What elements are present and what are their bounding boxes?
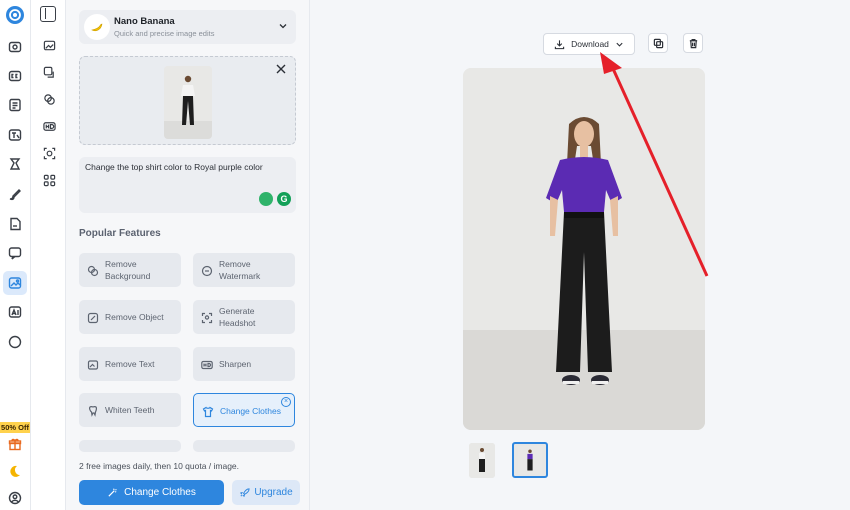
feature-label: Whiten Teeth	[105, 405, 155, 415]
magic-wand-icon	[108, 488, 117, 497]
feature-label: Generate	[219, 306, 255, 316]
ai-tools-icon[interactable]	[7, 156, 23, 172]
document-icon[interactable]	[7, 97, 23, 113]
model-selector[interactable]: Nano Banana Quick and precise image edit…	[79, 10, 296, 44]
feature-sharpen[interactable]: Sharpen	[193, 347, 295, 381]
headshot-icon	[201, 311, 213, 324]
user-avatar-icon[interactable]	[7, 490, 23, 506]
feature-generate-headshot[interactable]: Generate Headshot	[193, 300, 295, 334]
feature-remove-object[interactable]: Remove Object	[79, 300, 181, 334]
feature-label: Remove Object	[105, 312, 164, 322]
feature-label: Remove	[105, 259, 137, 269]
feature-label-line2: Headshot	[219, 318, 256, 328]
feature-label-line2: Watermark	[219, 271, 261, 281]
remove-object-icon	[87, 311, 99, 324]
download-label: Download	[571, 39, 609, 49]
model-subtitle: Quick and precise image edits	[114, 29, 215, 38]
photo-enhance-icon[interactable]	[41, 64, 57, 80]
history-thumbnail-selected[interactable]	[512, 442, 548, 478]
feature-partial-item[interactable]	[193, 440, 295, 452]
model-title: Nano Banana	[114, 16, 175, 27]
tool-rail	[31, 0, 66, 510]
image-edit-icon[interactable]	[7, 275, 23, 291]
chevron-down-icon	[616, 42, 623, 47]
main-canvas: Download	[311, 0, 850, 510]
feature-label-line2: Background	[105, 271, 151, 281]
upgrade-label: Upgrade	[254, 487, 293, 498]
side-panel: Nano Banana Quick and precise image edit…	[66, 0, 310, 510]
result-image[interactable]	[463, 68, 705, 430]
change-clothes-button[interactable]: Change Clothes	[79, 480, 224, 505]
delete-button[interactable]	[683, 33, 703, 53]
chat-icon[interactable]	[7, 245, 23, 261]
feature-remove-text[interactable]: Remove Text	[79, 347, 181, 381]
panel-toggle-icon[interactable]	[40, 6, 56, 22]
pdf-icon[interactable]	[7, 216, 23, 232]
hd-icon	[201, 358, 213, 370]
shirt-icon	[202, 405, 214, 418]
chevron-down-icon[interactable]	[278, 21, 288, 31]
popular-features-title: Popular Features	[79, 228, 161, 239]
history-thumbnail[interactable]	[469, 443, 495, 478]
remove-watermark-icon	[201, 264, 213, 277]
circle-more-icon[interactable]	[7, 334, 23, 350]
upgrade-button[interactable]: Upgrade	[232, 480, 300, 505]
remove-text-icon	[87, 358, 99, 370]
promo-badge[interactable]: 50% Off	[0, 422, 30, 433]
layers-icon[interactable]	[41, 91, 57, 107]
quota-info: 2 free images daily, then 10 quota / ima…	[79, 461, 240, 471]
ai-icon[interactable]	[7, 304, 23, 320]
download-icon	[554, 39, 565, 49]
feature-remove-background[interactable]: Remove Background	[79, 253, 181, 287]
more-apps-icon[interactable]	[41, 172, 57, 188]
trash-icon	[689, 38, 697, 48]
feature-label: Remove	[219, 259, 251, 269]
hd-icon[interactable]	[41, 118, 57, 134]
subtitle-cc-icon[interactable]	[7, 68, 23, 84]
copy-button[interactable]	[648, 33, 668, 53]
deselect-close-icon[interactable]: ×	[281, 397, 291, 407]
app-rail: 50% Off	[0, 0, 31, 510]
prompt-input[interactable]: Change the top shirt color to Royal purp…	[79, 157, 296, 213]
grammarly-icon[interactable]: G	[277, 192, 291, 206]
tooth-icon	[87, 404, 99, 417]
feature-partial-item[interactable]	[79, 440, 181, 452]
change-clothes-label: Change Clothes	[124, 487, 196, 498]
close-icon[interactable]	[275, 63, 287, 75]
feature-whiten-teeth[interactable]: Whiten Teeth	[79, 393, 181, 427]
feature-label: Remove Text	[105, 359, 155, 369]
feature-label: Change Clothes	[220, 406, 281, 416]
rocket-icon	[240, 488, 250, 497]
download-button[interactable]: Download	[543, 33, 635, 55]
banana-icon	[84, 14, 110, 40]
prompt-text: Change the top shirt color to Royal purp…	[85, 162, 263, 172]
translate-icon[interactable]	[7, 127, 23, 143]
brush-icon[interactable]	[7, 186, 23, 202]
video-icon[interactable]	[7, 39, 23, 55]
remove-background-icon	[87, 264, 99, 277]
app-logo-icon[interactable]	[5, 5, 25, 25]
feature-label: Sharpen	[219, 359, 252, 369]
copy-icon	[653, 38, 663, 48]
uploaded-image-thumbnail	[164, 66, 212, 139]
feature-change-clothes[interactable]: Change Clothes ×	[193, 393, 295, 427]
uploaded-image-box[interactable]	[79, 56, 296, 145]
assistant-bulb-icon[interactable]	[259, 192, 273, 206]
image-tool-icon[interactable]	[41, 37, 57, 53]
dark-mode-moon-icon[interactable]	[7, 463, 23, 479]
face-scan-icon[interactable]	[41, 145, 57, 161]
gift-icon[interactable]	[7, 436, 23, 452]
feature-remove-watermark[interactable]: Remove Watermark	[193, 253, 295, 287]
